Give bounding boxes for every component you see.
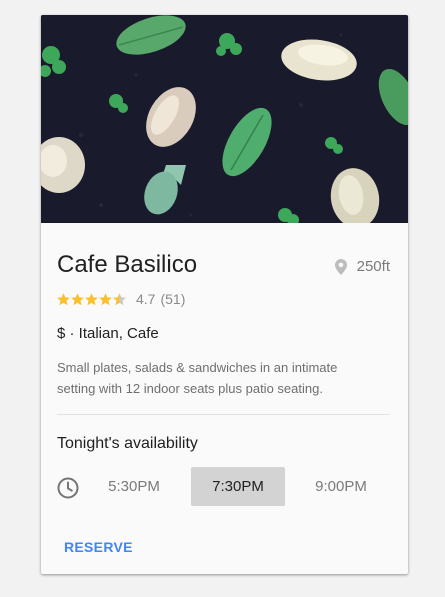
time-slot-900pm[interactable]: 9:00PM [294,467,388,506]
rating-count: (51) [160,291,186,307]
distance-info: 250ft [334,258,390,275]
rating: 4.7 (51) [57,291,185,307]
location-pin-icon [334,258,347,275]
star-rating [57,292,127,306]
food-photo [41,15,408,223]
divider [57,414,390,415]
restaurant-description: Small plates, salads & sandwiches in an … [57,360,338,396]
time-slot-530pm[interactable]: 5:30PM [87,467,181,506]
clock-icon [57,477,79,499]
availability-label: Tonight's availability [57,435,198,452]
hero-image [41,15,408,223]
restaurant-title: Cafe Basilico [57,251,198,278]
price-category: $ · Italian, Cafe [57,325,159,342]
star-icon [57,292,126,305]
rating-value: 4.7 [136,291,156,307]
distance-text: 250ft [356,258,390,275]
time-slot-730pm-selected[interactable]: 7:30PM [191,467,285,506]
reserve-button[interactable]: RESERVE [64,539,133,555]
restaurant-card: Cafe Basilico 250ft 4.7 (51) $ · Italian… [41,15,408,574]
